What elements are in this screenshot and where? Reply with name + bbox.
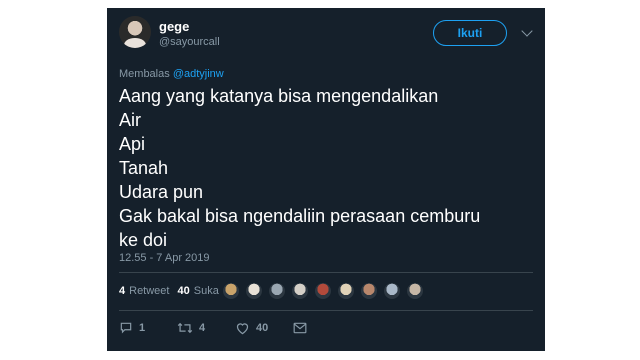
retweet-count: 4 [199, 322, 206, 334]
liker-avatar[interactable] [360, 282, 378, 300]
reply-icon [120, 322, 132, 334]
liker-avatar[interactable] [222, 282, 240, 300]
reply-prefix: Membalas [119, 68, 170, 80]
tweet-line: ke doi [119, 230, 168, 250]
liker-avatar[interactable] [245, 282, 263, 300]
like-button[interactable]: 40 [235, 321, 293, 335]
tweet-line: Api [119, 134, 146, 154]
liker-avatar[interactable] [291, 282, 309, 300]
tweet-line: Air [119, 110, 141, 130]
chevron-down-icon[interactable] [521, 25, 533, 37]
divider [119, 272, 533, 273]
like-count: 40 [177, 285, 190, 297]
avatar[interactable] [119, 16, 151, 48]
follow-button[interactable]: Ikuti [433, 20, 507, 46]
heart-icon [236, 323, 249, 335]
user-handle[interactable]: @sayourcall [159, 36, 220, 48]
tweet-actions: 1 4 40 [119, 318, 351, 338]
tweet-stats: 4 Retweet 40 Suka [119, 278, 227, 304]
tweet-text: Aang yang katanya bisa mengendalikan Air… [119, 84, 539, 252]
tweet-timestamp[interactable]: 12.55 - 7 Apr 2019 [119, 252, 210, 264]
display-name[interactable]: gege [159, 19, 189, 34]
like-label: Suka [193, 285, 219, 297]
liker-avatar[interactable] [337, 282, 355, 300]
tweet-line: Gak bakal bisa ngendaliin perasaan cembu… [119, 206, 481, 226]
liker-avatar[interactable] [383, 282, 401, 300]
tweet-line: Aang yang katanya bisa mengendalikan [119, 86, 439, 106]
message-icon [293, 322, 307, 334]
like-count-action: 40 [256, 322, 269, 334]
retweet-icon [177, 322, 193, 334]
like-stat[interactable]: 40 Suka [177, 285, 218, 297]
tweet-header: gege @sayourcall Ikuti [119, 14, 533, 54]
liker-avatar[interactable] [314, 282, 332, 300]
retweet-label: Retweet [129, 285, 170, 297]
tweet-card: gege @sayourcall Ikuti Membalas @adtyjin… [107, 8, 545, 351]
dm-button[interactable] [293, 322, 351, 334]
reply-count: 1 [139, 322, 146, 334]
retweet-button[interactable]: 4 [177, 321, 235, 335]
retweet-stat[interactable]: 4 Retweet [119, 285, 169, 297]
tweet-line: Udara pun [119, 182, 204, 202]
liker-avatar[interactable] [406, 282, 424, 300]
liker-avatar[interactable] [268, 282, 286, 300]
liker-avatars [222, 282, 429, 300]
retweet-count: 4 [119, 285, 126, 297]
reply-button[interactable]: 1 [119, 321, 177, 335]
divider [119, 310, 533, 311]
tweet-line: Tanah [119, 158, 169, 178]
reply-mention-link[interactable]: @adtyjinw [173, 68, 224, 80]
reply-context: Membalas @adtyjinw [119, 68, 224, 80]
